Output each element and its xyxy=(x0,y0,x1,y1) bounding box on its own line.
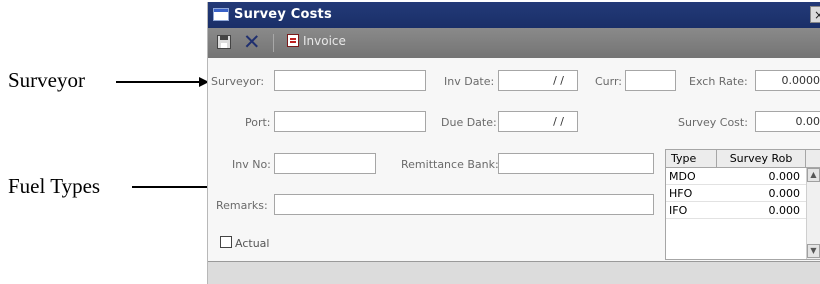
table-row[interactable]: HFO 0.000 xyxy=(666,185,806,202)
scroll-up-icon[interactable]: ▲ xyxy=(807,168,820,182)
port-field[interactable] xyxy=(274,111,426,132)
actual-label: Actual xyxy=(235,237,270,250)
remittance-bank-field[interactable] xyxy=(498,153,654,174)
fuel-type-cell: IFO xyxy=(669,204,688,217)
column-header-type[interactable]: Type xyxy=(666,150,717,168)
survey-rob-cell[interactable]: 0.000 xyxy=(769,185,801,202)
fuel-type-cell: MDO xyxy=(669,170,696,183)
remittance-bank-label: Remittance Bank: xyxy=(401,158,499,171)
survey-cost-field[interactable]: 0.00 xyxy=(755,111,820,132)
column-header-survey-rob[interactable]: Survey Rob xyxy=(717,150,806,168)
surveyor-label: Surveyor: xyxy=(211,75,265,88)
exch-rate-field[interactable]: 0.0000 xyxy=(755,70,820,91)
table-row[interactable]: MDO 0.000 xyxy=(666,168,806,185)
inv-date-label: Inv Date: xyxy=(444,75,495,88)
remarks-label: Remarks: xyxy=(216,199,268,212)
inv-no-field[interactable] xyxy=(274,153,376,174)
fuel-type-cell: HFO xyxy=(669,187,693,200)
scroll-down-icon[interactable]: ▼ xyxy=(807,244,820,258)
status-bar xyxy=(208,261,820,284)
fuel-types-grid: Type Survey Rob MDO 0.000 HFO 0.000 IFO … xyxy=(665,149,820,260)
toolbar-separator xyxy=(273,34,274,52)
title-bar: Survey Costs × xyxy=(208,2,820,28)
exch-rate-label: Exch Rate: xyxy=(689,75,748,88)
surveyor-callout-arrow xyxy=(116,81,200,83)
delete-icon[interactable]: ✕ xyxy=(243,32,261,53)
port-label: Port: xyxy=(245,116,271,129)
curr-label: Curr: xyxy=(595,75,623,88)
invoice-button[interactable]: Invoice xyxy=(287,34,346,52)
actual-checkbox[interactable]: Actual xyxy=(220,236,269,250)
survey-costs-window: Survey Costs × ✕ Invoice Surveyor: Inv D… xyxy=(207,2,820,284)
survey-rob-cell[interactable]: 0.000 xyxy=(769,202,801,219)
inv-no-label: Inv No: xyxy=(232,158,271,171)
fuel-types-callout: Fuel Types xyxy=(8,174,101,198)
due-date-label: Due Date: xyxy=(441,116,497,129)
survey-rob-cell[interactable]: 0.000 xyxy=(769,168,801,185)
table-row[interactable]: IFO 0.000 xyxy=(666,202,806,219)
window-title: Survey Costs xyxy=(234,7,332,22)
invoice-label: Invoice xyxy=(303,34,346,48)
checkbox-box[interactable] xyxy=(220,236,232,248)
toolbar: ✕ Invoice xyxy=(208,28,820,58)
surveyor-field[interactable] xyxy=(274,70,426,91)
grid-header-filler xyxy=(806,150,820,168)
survey-cost-label: Survey Cost: xyxy=(678,116,748,129)
grid-scrollbar[interactable]: ▲ ▼ xyxy=(806,168,820,259)
close-icon[interactable]: × xyxy=(810,6,820,23)
remarks-field[interactable] xyxy=(274,194,654,215)
inv-date-field[interactable]: / / xyxy=(498,70,578,91)
invoice-icon xyxy=(287,34,299,47)
surveyor-callout: Surveyor xyxy=(8,68,85,92)
save-icon[interactable] xyxy=(217,35,231,49)
curr-field[interactable] xyxy=(625,70,676,91)
due-date-field[interactable]: / / xyxy=(498,111,578,132)
window-icon xyxy=(213,8,229,21)
